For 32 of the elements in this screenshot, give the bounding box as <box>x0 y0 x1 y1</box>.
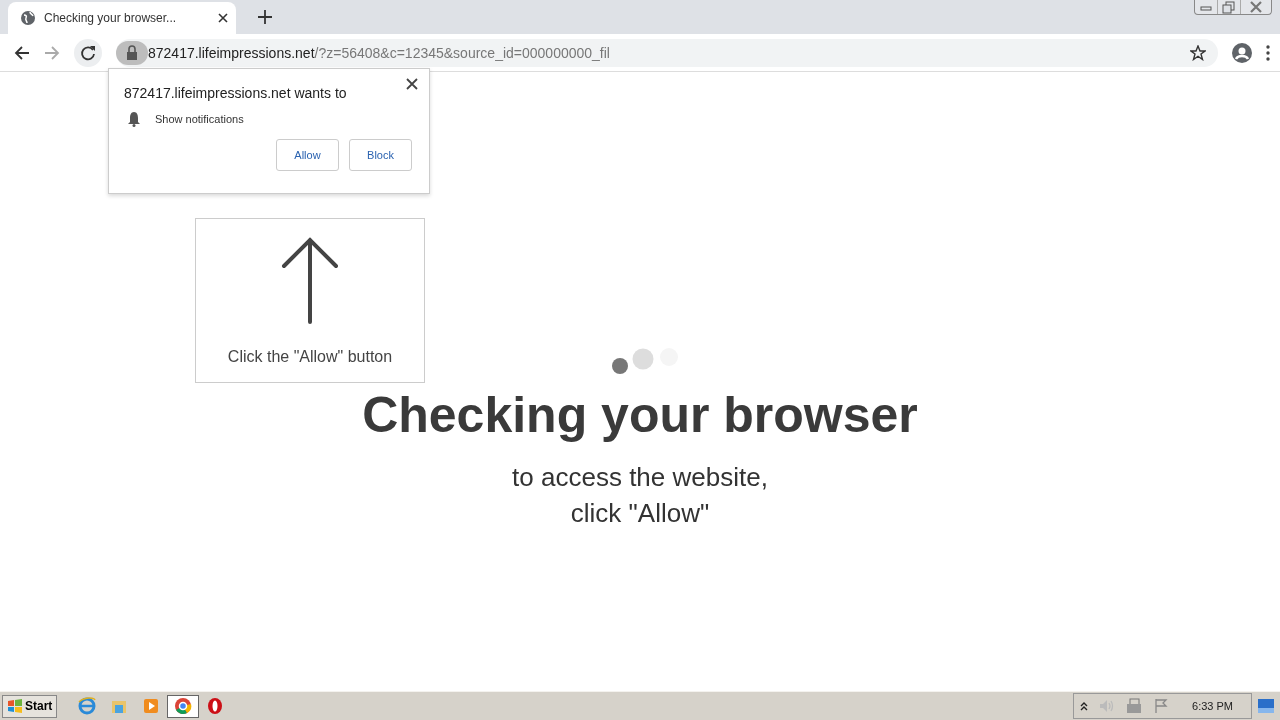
tab-title: Checking your browser... <box>44 11 178 25</box>
up-arrow-icon <box>281 236 339 324</box>
instruction-line: click "Allow" <box>570 497 710 530</box>
instruction-line: to access the website, <box>512 461 768 494</box>
bell-icon <box>127 111 141 127</box>
opera-icon <box>206 697 225 715</box>
chrome-icon <box>174 697 193 715</box>
reload-icon[interactable] <box>74 38 102 67</box>
new-tab-icon[interactable] <box>258 10 272 24</box>
popup-title: 872417.lifeimpressions.net wants to <box>124 85 348 101</box>
taskbar-button[interactable] <box>167 694 200 718</box>
star-icon[interactable] <box>1190 44 1206 61</box>
clock-text[interactable]: 6:33 PM <box>1192 700 1233 712</box>
popup-button[interactable]: Allow <box>276 139 339 171</box>
popup-button[interactable]: Block <box>349 139 412 171</box>
close-icon[interactable] <box>218 13 228 23</box>
lock-icon[interactable] <box>116 40 148 65</box>
loading-dots-icon <box>611 347 679 375</box>
back-icon[interactable] <box>14 44 30 61</box>
account-icon[interactable] <box>1232 42 1252 63</box>
globe-icon <box>20 10 36 26</box>
permission-label: Show notifications <box>155 113 244 125</box>
internet-explorer-icon <box>78 697 97 715</box>
instruction-text: Click the "Allow" button <box>227 348 393 366</box>
menu-icon[interactable] <box>1266 44 1270 61</box>
windows-logo-icon <box>7 699 23 713</box>
start-button[interactable]: Start <box>2 694 58 718</box>
media-player-icon <box>142 697 161 715</box>
browser-tab[interactable]: Checking your browser... <box>8 2 236 34</box>
close-icon[interactable] <box>406 78 418 90</box>
chevron-up-icon[interactable] <box>1080 701 1089 711</box>
page-heading: Checking your browser <box>362 386 918 445</box>
